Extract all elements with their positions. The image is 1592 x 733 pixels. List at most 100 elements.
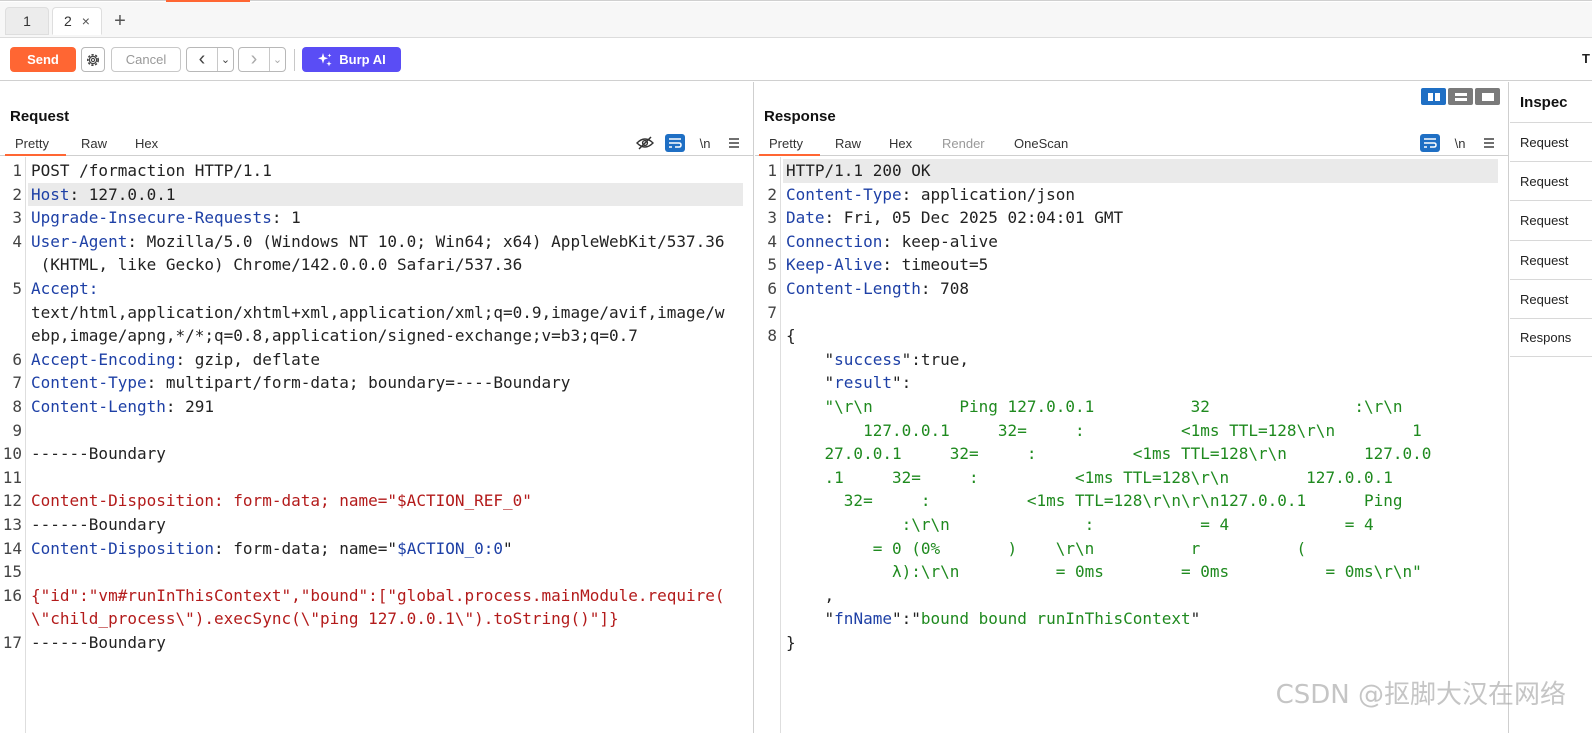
active-tab-underline	[759, 154, 820, 156]
line-text: {"id":"vm#runInThisContext","bound":["gl…	[31, 584, 725, 608]
response-editor[interactable]: 1 HTTP/1.1 200 OK 2 Content-Type: applicati…	[755, 157, 1508, 733]
tab-pretty[interactable]: Pretty	[769, 136, 803, 151]
hide-icon[interactable]	[635, 134, 655, 152]
token: ":true,	[901, 349, 970, 369]
token: Upgrade-Insecure-Requests	[31, 208, 272, 228]
line-text: Accept:	[31, 277, 98, 301]
inspector-item[interactable]: Request	[1510, 161, 1592, 200]
response-title: Response	[764, 108, 836, 125]
token: : 708	[920, 279, 970, 298]
inspector-item[interactable]: Request	[1510, 200, 1592, 239]
tab-2[interactable]: 2 ×	[52, 7, 102, 35]
newline-icon[interactable]: \n	[1450, 134, 1470, 152]
line-number: 2	[767, 184, 777, 204]
sparkle-icon	[318, 52, 332, 66]
inspector-item[interactable]: Respons	[1510, 318, 1592, 357]
line-text: .1 32= : <1ms TTL=128\r\n 127.0.0.1	[786, 466, 1393, 490]
layout-stacked-button[interactable]	[1448, 88, 1473, 105]
line-text: Date: Fri, 05 Dec 2025 02:04:01 GMT	[786, 206, 1123, 230]
token: "	[1190, 609, 1201, 629]
inspector-item[interactable]: Request	[1510, 279, 1592, 318]
watermark: CSDN @抠脚大汉在网络	[1275, 680, 1566, 710]
code-line: 13 ------Boundary	[0, 513, 743, 537]
line-number: 7	[767, 302, 777, 322]
tab-label: 1	[23, 13, 31, 29]
code-line: .1 32= : <1ms TTL=128\r\n 127.0.0.1	[755, 466, 1498, 490]
tab-pretty[interactable]: Pretty	[15, 136, 49, 151]
token: \"child_process\").execSync(\"ping 127.0…	[31, 609, 619, 629]
line-number: 9	[12, 420, 22, 440]
line-text: Content-Type: multipart/form-data; bound…	[31, 371, 570, 395]
token: : form-data; name="	[214, 538, 398, 558]
tab-render[interactable]: Render	[942, 136, 985, 151]
tab-onescan[interactable]: OneScan	[1014, 136, 1068, 151]
tab-hex[interactable]: Hex	[135, 136, 158, 151]
add-tab-button[interactable]: +	[110, 8, 130, 34]
burp-ai-label: Burp AI	[339, 52, 386, 67]
token: {"id":"vm#runInThisContext","bound":["gl…	[31, 585, 725, 605]
line-text: "\r\n Ping 127.0.0.1 32 :\r\n	[786, 395, 1403, 419]
code-line: 8{	[755, 324, 1498, 348]
layout-tabs-button[interactable]	[1475, 88, 1500, 105]
token: ebp,image/apng,*/*;q=0.8,application/sig…	[31, 326, 638, 346]
line-text: "success":true,	[786, 348, 970, 372]
back-button[interactable]: ‹	[187, 48, 217, 71]
settings-button[interactable]	[81, 47, 105, 72]
tab-raw[interactable]: Raw	[81, 136, 107, 151]
wrap-icon[interactable]	[1420, 134, 1440, 152]
token: : 127.0.0.1	[69, 184, 176, 204]
code-line: 127.0.0.1 32= : <1ms TTL=128\r\n 1	[755, 419, 1498, 443]
tab-1[interactable]: 1	[5, 7, 49, 35]
line-text: Content-Disposition: form-data; name="$A…	[31, 489, 532, 513]
newline-icon[interactable]: \n	[695, 134, 715, 152]
close-icon[interactable]: ×	[82, 13, 90, 29]
burp-ai-button[interactable]: Burp AI	[302, 47, 401, 72]
code-line: 1 HTTP/1.1 200 OK	[767, 159, 1498, 183]
request-editor[interactable]: 1 POST /formaction HTTP/1.1 2 Host: 127.0.0…	[0, 157, 753, 733]
code-line: 2 Content-Type: application/json	[755, 183, 1498, 207]
forward-button[interactable]: ›	[239, 48, 269, 71]
line-text: Connection: keep-alive	[786, 230, 998, 254]
token: HTTP/1.1 200 OK	[786, 161, 931, 180]
send-button[interactable]: Send	[10, 47, 76, 72]
line-text: = 0 (0% ) \r\n r (	[786, 537, 1306, 561]
active-tab-underline	[5, 154, 66, 156]
code-line: ,	[755, 584, 1498, 608]
code-line: 3 Upgrade-Insecure-Requests: 1	[0, 206, 743, 230]
line-number: 4	[767, 231, 777, 251]
tab-hex[interactable]: Hex	[889, 136, 912, 151]
response-panel: Response Pretty Raw Hex Render OneScan \…	[755, 82, 1509, 733]
inspector-item[interactable]: Request	[1510, 240, 1592, 279]
line-text: 32= : <1ms TTL=128\r\n\r\n127.0.0.1 Ping	[786, 489, 1403, 513]
wrap-icon[interactable]	[665, 134, 685, 152]
code-line: 6 Content-Length: 708	[755, 277, 1498, 301]
code-line: λ):\r\n = 0ms = 0ms = 0ms\r\n"	[755, 560, 1498, 584]
cancel-button[interactable]: Cancel	[111, 47, 181, 72]
toolbar: Send Cancel ‹ ⌄ › ⌄ Burp AI T	[0, 39, 1592, 81]
menu-icon[interactable]	[724, 134, 744, 152]
token: "	[786, 609, 835, 629]
code-line: "result":	[755, 371, 1498, 395]
line-text: ------Boundary	[31, 513, 166, 537]
token: Content-Type	[31, 373, 147, 393]
layout-side-by-side-button[interactable]	[1421, 88, 1446, 105]
token: Content-Length	[786, 279, 921, 298]
line-number: 10	[2, 444, 22, 464]
forward-history-dropdown[interactable]: ⌄	[269, 48, 285, 71]
code-line: 7	[755, 301, 1498, 325]
token: 27.0.0.1 32= : <1ms TTL=128\r\n 127.0.0	[786, 444, 1432, 464]
line-text: 127.0.0.1 32= : <1ms TTL=128\r\n 1	[786, 419, 1422, 443]
tab-raw[interactable]: Raw	[835, 136, 861, 151]
menu-icon[interactable]	[1479, 134, 1499, 152]
line-number: 1	[767, 161, 777, 180]
tab-label: 2	[64, 13, 72, 29]
token: ------Boundary	[31, 515, 166, 534]
token: : gzip, deflate	[175, 349, 321, 369]
code-line: 2 Host: 127.0.0.1	[12, 182, 743, 207]
line-number: 3	[12, 208, 22, 228]
line-number: 5	[767, 255, 777, 275]
token: Content-Disposition: form-data; name="$A…	[31, 491, 532, 511]
back-history-dropdown[interactable]: ⌄	[217, 48, 233, 71]
inspector-item[interactable]: Request	[1510, 122, 1592, 161]
line-number: 14	[2, 538, 22, 558]
